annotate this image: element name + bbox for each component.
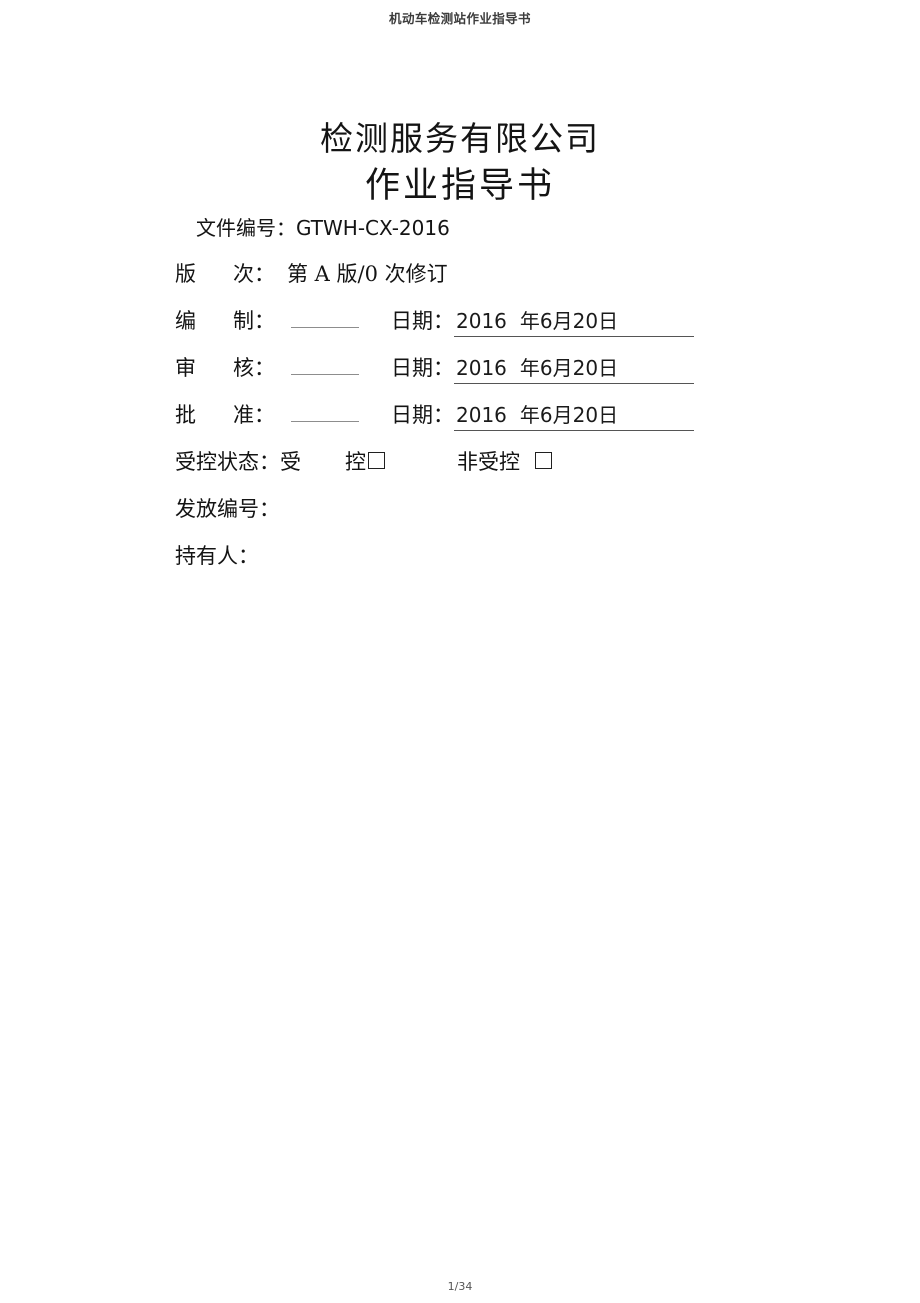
approved-by-date-year-unit: 年 xyxy=(519,403,540,427)
reviewed-by-date-year: 2016 xyxy=(456,356,507,380)
prepared-by-date-month: 6 xyxy=(539,309,553,333)
prepared-by-date-field[interactable]: 2016 年6月20日 xyxy=(454,305,694,337)
reviewed-by-date-field[interactable]: 2016 年6月20日 xyxy=(454,352,694,384)
doc-number-value: GTWH-CX-2016 xyxy=(296,216,450,240)
reviewed-by-date-day: 20 xyxy=(572,356,599,380)
approved-by-date-month: 6 xyxy=(539,403,553,427)
approved-by-date-month-unit: 月 xyxy=(552,403,573,427)
approved-by-signature-field[interactable] xyxy=(291,403,359,422)
title-block: 检测服务有限公司 作业指导书 xyxy=(0,118,920,210)
prepared-by-row: 编 制： 日期： 2016 年6月20日 xyxy=(175,305,875,352)
prepared-by-date-label: 日期： xyxy=(391,309,454,333)
issue-number-label: 发放编号： xyxy=(175,497,280,521)
controlled-option-label-part1: 受 xyxy=(280,450,301,474)
controlled-option-label-part2: 控 xyxy=(345,450,366,474)
running-header: 机动车检测站作业指导书 xyxy=(389,11,531,26)
prepared-by-date-day-unit: 日 xyxy=(598,309,619,333)
version-row: 版 次： 第 A 版/0 次修订 xyxy=(175,258,875,305)
reviewed-by-label-char1: 审 xyxy=(175,356,196,380)
holder-label: 持有人： xyxy=(175,544,259,568)
version-value: 第 A 版/0 次修订 xyxy=(287,262,448,286)
approved-by-row: 批 准： 日期： 2016 年6月20日 xyxy=(175,399,875,446)
uncontrolled-option-label: 非受控 xyxy=(457,450,520,474)
uncontrolled-checkbox[interactable] xyxy=(535,452,552,469)
reviewed-by-row: 审 核： 日期： 2016 年6月20日 xyxy=(175,352,875,399)
control-status-row: 受控状态： 受 控 非受控 xyxy=(175,446,875,493)
approved-by-label-char1: 批 xyxy=(175,403,196,427)
reviewed-by-label: 审 核： xyxy=(175,352,287,382)
approved-by-label-char2: 准： xyxy=(233,403,275,427)
version-label-char1: 版 xyxy=(175,262,196,286)
prepared-by-label-char2: 制： xyxy=(233,309,275,333)
prepared-by-signature-field[interactable] xyxy=(291,309,359,328)
document-title: 作业指导书 xyxy=(364,166,555,207)
doc-number-row: 文件编号： GTWH-CX-2016 xyxy=(175,212,875,258)
reviewed-by-date-year-unit: 年 xyxy=(519,356,540,380)
prepared-by-date-day: 20 xyxy=(572,309,599,333)
approved-by-date-day-unit: 日 xyxy=(598,403,619,427)
doc-number-label: 文件编号： xyxy=(196,216,296,240)
version-label: 版 次： xyxy=(175,258,287,288)
approved-by-date-day: 20 xyxy=(572,403,599,427)
prepared-by-date-year: 2016 xyxy=(456,309,507,333)
company-title: 检测服务有限公司 xyxy=(320,119,600,158)
reviewed-by-date-month: 6 xyxy=(539,356,553,380)
page-footer: 1/34 xyxy=(447,1280,473,1293)
approved-by-label: 批 准： xyxy=(175,399,287,429)
approved-by-date-label: 日期： xyxy=(391,403,454,427)
version-label-char2: 次： xyxy=(233,262,275,286)
control-status-label: 受控状态： xyxy=(175,450,280,474)
prepared-by-label-char1: 编 xyxy=(175,309,196,333)
issue-number-row: 发放编号： xyxy=(175,493,875,540)
reviewed-by-date-month-unit: 月 xyxy=(552,356,573,380)
document-page: 机动车检测站作业指导书 检测服务有限公司 作业指导书 文件编号： GTWH-CX… xyxy=(0,0,920,1303)
approved-by-date-year: 2016 xyxy=(456,403,507,427)
holder-row: 持有人： xyxy=(175,540,875,587)
reviewed-by-date-day-unit: 日 xyxy=(598,356,619,380)
controlled-checkbox[interactable] xyxy=(368,452,385,469)
prepared-by-date-year-unit: 年 xyxy=(519,309,540,333)
reviewed-by-label-char2: 核： xyxy=(233,356,275,380)
reviewed-by-date-label: 日期： xyxy=(391,356,454,380)
prepared-by-label: 编 制： xyxy=(175,305,287,335)
prepared-by-date-month-unit: 月 xyxy=(552,309,573,333)
approved-by-date-field[interactable]: 2016 年6月20日 xyxy=(454,399,694,431)
metadata-block: 文件编号： GTWH-CX-2016 版 次： 第 A 版/0 次修订 编 制： 日… xyxy=(175,212,875,587)
reviewed-by-signature-field[interactable] xyxy=(291,356,359,375)
